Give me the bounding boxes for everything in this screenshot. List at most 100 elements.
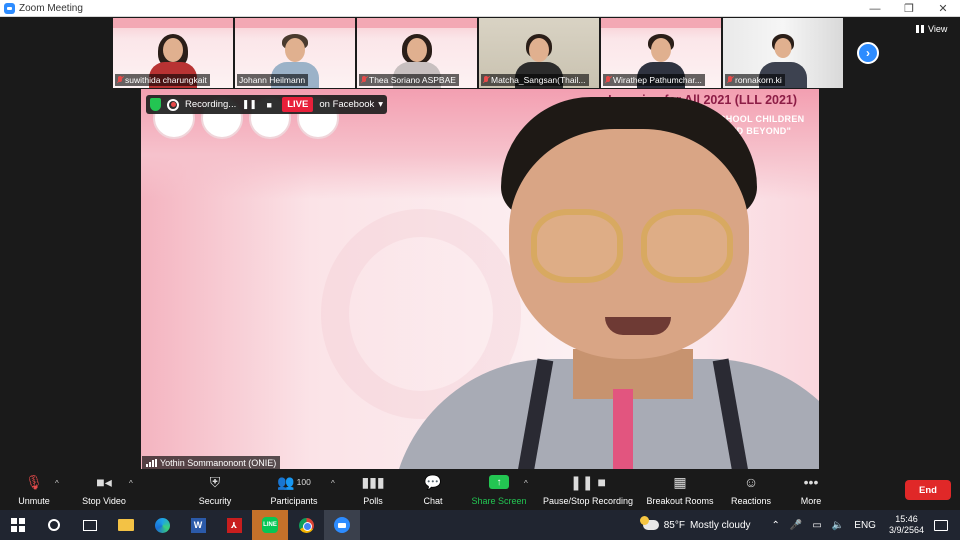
pause-stop-icon: ❚❚ ■ [570, 473, 606, 490]
signal-strength-icon [146, 458, 157, 467]
end-meeting-button[interactable]: End [905, 480, 951, 500]
audio-options-caret[interactable]: ^ [55, 479, 59, 488]
zoom-icon [334, 517, 350, 533]
mic-muted-icon [727, 76, 733, 84]
participant-thumbnail[interactable]: Thea Soriano ASPBAE [357, 18, 477, 88]
participant-strip: suwithida charungkait Johann Heilmann Th… [113, 18, 843, 88]
line-app-button[interactable]: LINE [252, 510, 288, 540]
mic-muted-icon [605, 76, 611, 84]
polls-icon: ▮▮▮ [361, 473, 385, 490]
reactions-button[interactable]: ☺ Reactions [729, 473, 773, 507]
participant-name-label: Thea Soriano ASPBAE [359, 74, 459, 86]
clock[interactable]: 15:46 3/9/2564 [889, 514, 924, 536]
word-icon: W [190, 517, 206, 533]
chevron-right-icon: › [866, 46, 870, 60]
meeting-toolbar: 🎙 Unmute ^ ■◂ Stop Video ^ ⛨ Security 👥 1… [0, 470, 960, 510]
chrome-icon [298, 517, 314, 533]
participants-icon: 👥 100 [277, 473, 311, 490]
system-tray: 85°F Mostly cloudy ⌃ 🎤 ▭ 🔈 ENG 15:46 3/9… [639, 510, 960, 540]
file-explorer-button[interactable] [108, 510, 144, 540]
video-camera-icon: ■◂ [96, 473, 112, 490]
breakout-rooms-icon: ▦ [673, 473, 687, 490]
share-screen-button[interactable]: ↑ Share Screen [470, 473, 528, 507]
recording-status-text: Recording... [185, 99, 237, 110]
restore-button[interactable]: ❐ [892, 0, 926, 17]
participant-name-label: ronnakorn.ki [725, 74, 785, 86]
zoom-window: Zoom Meeting — ❐ ✕ suwithida charungkait [0, 0, 960, 540]
windows-taskbar: W ⅄ LINE 85°F Mostly cloudy ⌃ 🎤 ▭ 🔈 ENG [0, 510, 960, 540]
chevron-up-icon[interactable]: ⌃ [772, 520, 780, 531]
participant-name-label: Matcha_Sangsan(Thail... [481, 74, 589, 86]
zoom-taskbar-button[interactable] [324, 510, 360, 540]
partly-cloudy-icon [639, 516, 659, 530]
video-options-caret[interactable]: ^ [129, 479, 133, 488]
pause-recording-button[interactable]: ❚❚ [242, 98, 257, 112]
search-circle-icon [48, 519, 60, 531]
live-badge: LIVE [282, 97, 314, 112]
chat-button[interactable]: 💬 Chat [418, 473, 448, 507]
pause-stop-recording-button[interactable]: ❚❚ ■ Pause/Stop Recording [541, 473, 635, 507]
participant-name-label: Wirathep Pathumchar... [603, 74, 705, 86]
view-button[interactable]: View [916, 24, 947, 34]
task-view-icon [83, 519, 97, 531]
word-button[interactable]: W [180, 510, 216, 540]
edge-button[interactable] [144, 510, 180, 540]
polls-button[interactable]: ▮▮▮ Polls [356, 473, 390, 507]
participant-thumbnail[interactable]: ronnakorn.ki [723, 18, 843, 88]
language-indicator[interactable]: ENG [854, 520, 876, 531]
shield-icon: ⛨ [209, 473, 221, 490]
window-controls: — ❐ ✕ [858, 0, 960, 17]
minimize-button[interactable]: — [858, 0, 892, 17]
participant-name-label: suwithida charungkait [115, 74, 210, 86]
mic-muted-icon [117, 76, 123, 84]
participants-button[interactable]: 👥 100 Participants [266, 473, 322, 507]
zoom-app-icon [4, 2, 15, 14]
window-title: Zoom Meeting [19, 2, 83, 14]
notification-icon[interactable] [934, 519, 948, 531]
encryption-shield-icon [150, 98, 161, 111]
smiley-icon: ☺ [743, 474, 759, 490]
start-button[interactable] [0, 510, 36, 540]
next-page-button[interactable]: › [857, 42, 879, 64]
microphone-icon[interactable]: 🎤 [790, 520, 802, 531]
close-button[interactable]: ✕ [926, 0, 960, 17]
title-bar: Zoom Meeting — ❐ ✕ [0, 0, 960, 17]
mic-muted-icon [483, 76, 489, 84]
participants-options-caret[interactable]: ^ [331, 479, 335, 488]
stop-recording-button[interactable]: ■ [262, 98, 276, 112]
search-button[interactable] [36, 510, 72, 540]
grid-view-icon [916, 25, 924, 33]
participant-thumbnail[interactable]: Matcha_Sangsan(Thail... [479, 18, 599, 88]
participant-thumbnail[interactable]: Wirathep Pathumchar... [601, 18, 721, 88]
chrome-button[interactable] [288, 510, 324, 540]
windows-logo-icon [11, 518, 25, 532]
more-button[interactable]: ••• More [796, 473, 826, 507]
security-button[interactable]: ⛨ Security [193, 473, 237, 507]
participant-thumbnail[interactable]: Johann Heilmann [235, 18, 355, 88]
participant-thumbnail[interactable]: suwithida charungkait [113, 18, 233, 88]
pdf-icon: ⅄ [226, 517, 242, 533]
caret-down-icon: ▾ [378, 99, 384, 110]
line-app-icon: LINE [262, 517, 278, 533]
participant-name-label: Johann Heilmann [237, 74, 309, 86]
recording-status-bar: Recording... ❚❚ ■ LIVE on Facebook ▾ [146, 95, 388, 114]
participants-count: 100 [296, 477, 311, 487]
share-options-caret[interactable]: ^ [524, 479, 528, 488]
volume-icon[interactable]: 🔈 [832, 520, 844, 531]
recording-icon [167, 98, 179, 111]
live-stream-destination[interactable]: on Facebook ▾ [319, 99, 383, 110]
speaker-person [351, 89, 819, 469]
stop-video-button[interactable]: ■◂ Stop Video [78, 473, 130, 507]
unmute-button[interactable]: 🎙 Unmute [14, 473, 54, 507]
more-dots-icon: ••• [803, 474, 819, 490]
weather-widget[interactable]: 85°F Mostly cloudy [639, 516, 751, 531]
chat-bubble-icon: 💬 [424, 473, 442, 490]
task-view-button[interactable] [72, 510, 108, 540]
mic-off-icon: 🎙 [25, 473, 43, 490]
acrobat-button[interactable]: ⅄ [216, 510, 252, 540]
edge-browser-icon [154, 517, 170, 533]
mic-muted-icon [361, 76, 367, 84]
folder-icon [118, 519, 134, 531]
battery-icon[interactable]: ▭ [812, 520, 821, 531]
breakout-rooms-button[interactable]: ▦ Breakout Rooms [645, 473, 715, 507]
